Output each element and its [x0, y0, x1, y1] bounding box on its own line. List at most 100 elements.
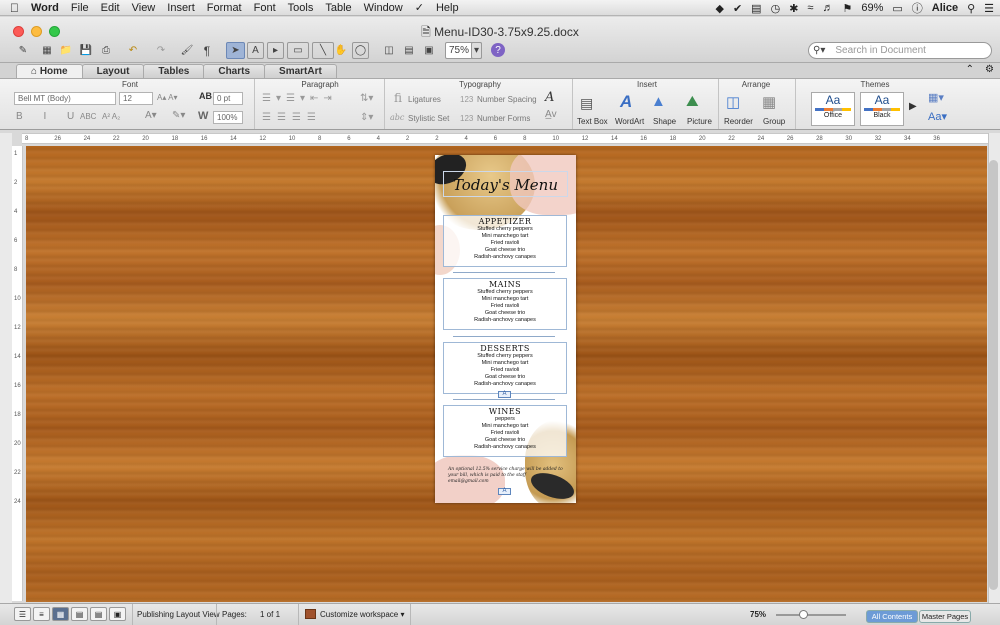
scale-field[interactable]: 100% — [213, 111, 243, 124]
strikethrough-icon[interactable]: ABC — [80, 112, 96, 121]
number-forms-button[interactable]: Number Forms — [477, 114, 530, 123]
reorder-button[interactable]: Reorder — [724, 117, 753, 126]
undo-icon[interactable]: ↶ — [122, 42, 144, 59]
script-menu-icon[interactable]: ✓ — [409, 1, 430, 14]
notification-icon[interactable]: ☰ — [984, 2, 994, 15]
search-field[interactable]: ⚲▾ Search in Document — [808, 42, 992, 59]
insert-wordart[interactable]: WordArt — [615, 117, 644, 126]
line-spacing-icon[interactable]: ⇅▾ — [360, 93, 373, 104]
superscript-icon[interactable]: A² A₂ — [102, 112, 120, 121]
menu-font[interactable]: Font — [248, 2, 282, 14]
apple-icon[interactable]:  — [0, 1, 25, 15]
grow-font-icon[interactable]: A▴ A▾ — [157, 93, 177, 102]
section-mains[interactable]: MAINS Stuffed cherry peppers Mini manche… — [443, 278, 567, 330]
ribbon-settings-icon[interactable]: ⚙ — [985, 64, 994, 75]
spotlight-icon[interactable]: ⚲ — [967, 2, 975, 15]
rectangle-tool-icon[interactable]: ▭ — [287, 42, 309, 59]
text-style-buttons[interactable]: B I U — [16, 111, 83, 122]
tab-tables[interactable]: Tables — [143, 64, 205, 78]
sidebar-icon[interactable]: ◫ — [382, 42, 396, 59]
section-appetizer[interactable]: APPETIZER Stuffed cherry peppers Mini ma… — [443, 215, 567, 267]
menu-page[interactable]: Today's Menu APPETIZER Stuffed cherry pe… — [435, 155, 576, 503]
drive-icon[interactable]: ▤ — [751, 2, 761, 15]
help-icon[interactable]: ? — [491, 43, 505, 57]
wifi-icon[interactable]: ≈ — [807, 2, 813, 14]
notebook-view-icon[interactable]: ▤ — [90, 607, 107, 621]
menu-insert[interactable]: Insert — [161, 2, 201, 14]
stylistic-set-button[interactable]: Stylistic Set — [408, 114, 449, 123]
user-name[interactable]: Alice — [932, 2, 958, 14]
pilcrow-icon[interactable]: ¶ — [200, 42, 214, 59]
master-pages-tab[interactable]: Master Pages — [919, 610, 971, 623]
font-name-field[interactable]: Bell MT (Body) — [14, 92, 116, 105]
font-color-icon[interactable]: A▾ — [145, 110, 157, 121]
menu-help[interactable]: Help — [430, 2, 465, 14]
collapse-ribbon-icon[interactable]: ⌃ — [966, 64, 974, 75]
insert-picture[interactable]: Picture — [687, 117, 712, 126]
swash-icon[interactable]: A̲v — [545, 109, 557, 120]
spacing-field[interactable]: 0 pt — [213, 92, 243, 105]
new-doc-icon[interactable]: ✎ — [12, 42, 34, 59]
menu-format[interactable]: Format — [201, 2, 248, 14]
contextual-alternates-icon[interactable]: A — [545, 90, 554, 105]
list-buttons[interactable]: ☰▾☰▾⇤⇥ — [262, 93, 337, 104]
text-box-anchor-icon[interactable]: A — [498, 391, 511, 398]
volume-icon[interactable]: ♬ — [822, 2, 833, 14]
tab-home[interactable]: ⌂ Home — [16, 64, 83, 78]
theme-fonts-icon[interactable]: Aa▾ — [928, 110, 947, 123]
text-box-tool-icon[interactable]: A — [247, 42, 264, 59]
menu-file[interactable]: File — [65, 2, 95, 14]
insert-text-box[interactable]: Text Box — [577, 117, 608, 126]
link-tool-icon[interactable]: ◯ — [352, 42, 369, 59]
tab-charts[interactable]: Charts — [203, 64, 266, 78]
theme-office[interactable]: Aa Office — [811, 92, 855, 126]
tab-layout[interactable]: Layout — [81, 64, 145, 78]
print-view-icon[interactable]: ▤ — [71, 607, 88, 621]
menu-tools[interactable]: Tools — [282, 2, 320, 14]
hand-tool-icon[interactable]: ✋ — [334, 42, 348, 59]
draft-view-icon[interactable]: ☰ — [14, 607, 31, 621]
redo-icon[interactable]: ↷ — [150, 42, 172, 59]
section-wines[interactable]: WINES peppers Mini manchego tart Fried r… — [443, 405, 567, 457]
menu-title[interactable]: Today's Menu — [443, 171, 568, 197]
align-buttons[interactable]: ☰☰☰☰ — [262, 112, 322, 123]
zoom-dropdown-icon[interactable]: ▾ — [471, 42, 482, 59]
gallery-icon[interactable]: ▦ — [40, 42, 54, 59]
tab-smartart[interactable]: SmartArt — [264, 64, 337, 78]
scrollbar-thumb[interactable] — [989, 160, 998, 590]
insert-shape[interactable]: Shape — [653, 117, 676, 126]
app-menu[interactable]: Word — [25, 2, 65, 14]
horizontal-ruler[interactable]: 8 26 24 22 20 18 16 14 12 10 8 6 4 2 2 4 6 8 10 12 14 16 18 20 2… — [22, 133, 988, 144]
highlight-icon[interactable]: ✎▾ — [172, 110, 185, 121]
footnote[interactable]: An optional 12.5% service charge will be… — [448, 467, 568, 485]
character-spacing-icon[interactable]: AB — [199, 91, 212, 101]
group-button[interactable]: Group — [763, 117, 785, 126]
publishing-view-icon[interactable]: ▦ — [52, 607, 69, 621]
theme-black[interactable]: Aa Black — [860, 92, 904, 126]
battery-icon[interactable]: ▭ — [892, 2, 902, 15]
menu-table[interactable]: Table — [319, 2, 357, 14]
customize-workspace-button[interactable]: Customize workspace ▾ — [320, 610, 405, 619]
menu-window[interactable]: Window — [358, 2, 409, 14]
dropbox-icon[interactable]: ◆ — [715, 2, 723, 15]
all-contents-tab[interactable]: All Contents — [866, 610, 918, 623]
zoom-slider-thumb[interactable] — [799, 610, 808, 619]
menu-view[interactable]: View — [126, 2, 162, 14]
info-icon[interactable]: ⓘ — [912, 0, 923, 16]
font-size-field[interactable]: 12 — [119, 92, 153, 105]
line-tool-icon[interactable]: ╲ — [312, 42, 334, 59]
battery-percent[interactable]: 69% — [861, 2, 883, 14]
bluetooth-icon[interactable]: ✱ — [789, 2, 798, 15]
sync-icon[interactable]: ✔ — [733, 2, 742, 15]
open-icon[interactable]: 📁 — [59, 42, 73, 59]
flag-icon[interactable]: ⚑ — [842, 2, 852, 15]
section-desserts[interactable]: DESSERTS Stuffed cherry peppers Mini man… — [443, 342, 567, 394]
vertical-text-icon[interactable]: ▸ — [267, 42, 284, 59]
print-icon[interactable]: ⎙ — [99, 42, 113, 59]
focus-view-icon[interactable]: ▣ — [109, 607, 126, 621]
workspace-swatch-icon[interactable] — [305, 609, 316, 619]
zoom-slider[interactable] — [776, 614, 846, 616]
vertical-ruler[interactable]: 1 2 4 6 8 10 12 14 16 18 20 22 24 — [12, 146, 23, 601]
theme-colors-icon[interactable]: ▦▾ — [928, 91, 944, 104]
menu-edit[interactable]: Edit — [95, 2, 126, 14]
